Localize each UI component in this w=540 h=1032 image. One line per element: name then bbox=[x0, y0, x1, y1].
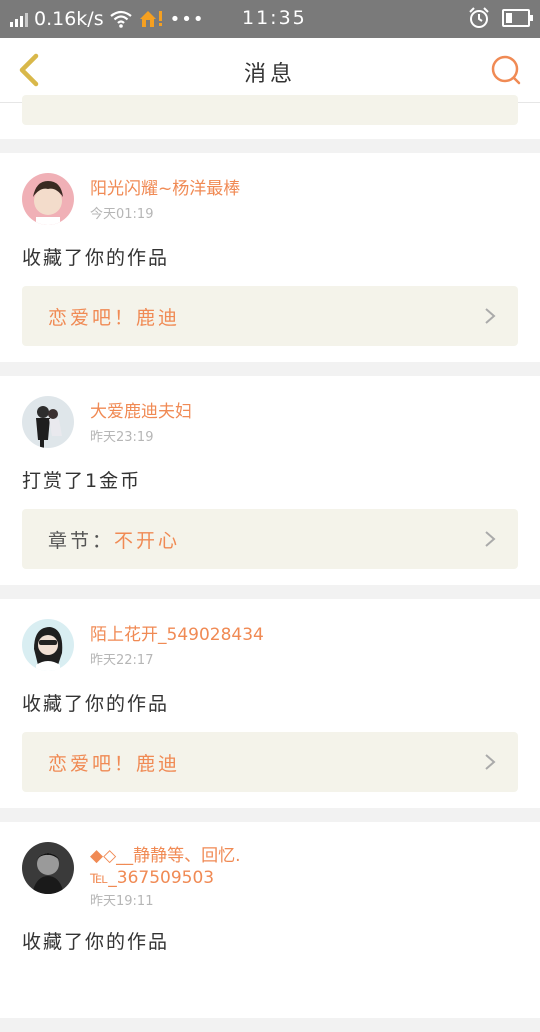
chevron-right-icon bbox=[485, 754, 496, 770]
timestamp: 昨天19:11 bbox=[90, 894, 154, 909]
home-alert-icon bbox=[139, 11, 162, 27]
sender-name-line2[interactable]: ℡_367509503 bbox=[90, 868, 241, 888]
sender-name[interactable]: 大爱鹿迪夫妇 bbox=[90, 400, 192, 424]
top-nav-bar: 消息 bbox=[0, 38, 540, 103]
more-dots-icon: ••• bbox=[169, 8, 205, 30]
sender-name[interactable]: ◆◇__静静等、回忆. bbox=[90, 844, 241, 868]
action-text: 打赏了1金币 bbox=[22, 470, 142, 492]
avatar[interactable] bbox=[22, 619, 74, 671]
avatar[interactable] bbox=[22, 396, 74, 448]
avatar[interactable] bbox=[22, 842, 74, 894]
link-title: 恋爱吧！鹿迪 bbox=[48, 752, 181, 775]
battery-icon bbox=[502, 9, 533, 27]
action-text: 收藏了你的作品 bbox=[22, 247, 170, 269]
sender-name[interactable]: 阳光闪耀~杨洋最棒 bbox=[90, 177, 240, 201]
avatar[interactable] bbox=[22, 173, 74, 225]
status-bar: 0.16k/s ••• 11:35 bbox=[0, 0, 540, 38]
action-text: 收藏了你的作品 bbox=[22, 693, 170, 715]
list-item-partial bbox=[0, 95, 540, 139]
action-text: 收藏了你的作品 bbox=[22, 931, 170, 953]
link-title: 恋爱吧！鹿迪 bbox=[48, 306, 181, 329]
network-speed: 0.16k/s bbox=[34, 8, 104, 30]
timestamp: 昨天22:17 bbox=[90, 653, 154, 668]
signal-icon bbox=[10, 11, 28, 27]
sender-name[interactable]: 陌上花开_549028434 bbox=[90, 623, 264, 647]
chevron-right-icon bbox=[485, 531, 496, 547]
list-item: ◆◇__静静等、回忆. ℡_367509503 昨天19:11 收藏了你的作品 bbox=[0, 822, 540, 1018]
link-prefix: 章节： bbox=[48, 529, 115, 552]
list-item: 大爱鹿迪夫妇 昨天23:19 打赏了1金币 章节： 不开心 bbox=[0, 376, 540, 585]
chevron-right-icon bbox=[485, 308, 496, 324]
alarm-icon bbox=[469, 7, 489, 28]
wifi-icon bbox=[109, 10, 132, 28]
timestamp: 昨天23:19 bbox=[90, 430, 154, 445]
work-link-partial[interactable] bbox=[22, 95, 518, 125]
chapter-link[interactable]: 章节： 不开心 bbox=[22, 509, 518, 569]
list-item: 陌上花开_549028434 昨天22:17 收藏了你的作品 恋爱吧！鹿迪 bbox=[0, 599, 540, 808]
work-link[interactable]: 恋爱吧！鹿迪 bbox=[22, 732, 518, 792]
link-title: 不开心 bbox=[114, 529, 181, 552]
list-item: 阳光闪耀~杨洋最棒 今天01:19 收藏了你的作品 恋爱吧！鹿迪 bbox=[0, 153, 540, 362]
message-list: 阳光闪耀~杨洋最棒 今天01:19 收藏了你的作品 恋爱吧！鹿迪 大爱鹿迪夫妇 … bbox=[0, 95, 540, 1032]
page-title: 消息 bbox=[243, 62, 296, 87]
work-link[interactable]: 恋爱吧！鹿迪 bbox=[22, 286, 518, 346]
clock: 11:35 bbox=[242, 7, 307, 29]
timestamp: 今天01:19 bbox=[90, 207, 154, 222]
search-icon[interactable] bbox=[490, 54, 522, 86]
